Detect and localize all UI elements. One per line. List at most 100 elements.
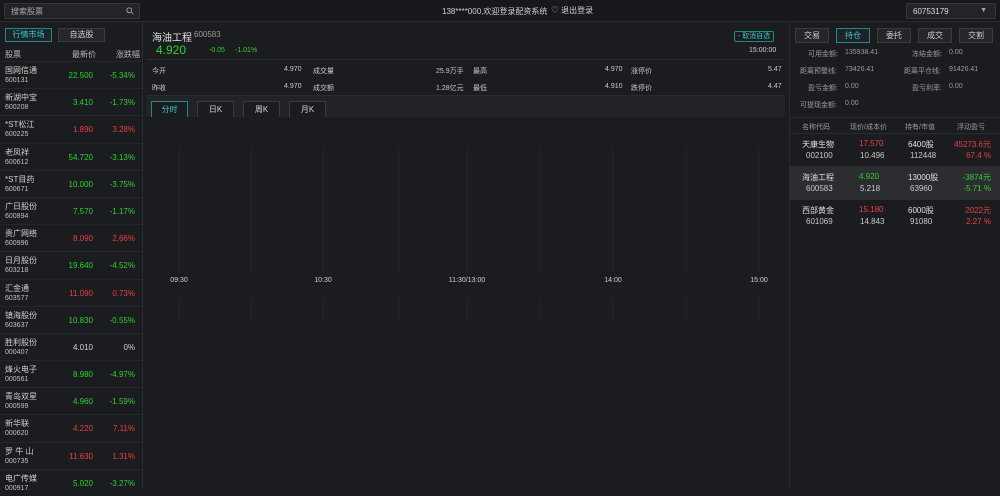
position-row[interactable]: 西部黄金 601069 15.180 14.843 6000股 91080 2022元 2.2…: [790, 199, 1000, 232]
stock-row-code: 600671: [5, 185, 29, 193]
stock-row-name: 广日股份: [5, 201, 37, 211]
stock-row-name: 新湖中宝: [5, 93, 37, 103]
stock-row[interactable]: 老凤祥 600612 54.720 -3.13%: [0, 142, 143, 170]
stat-label: 最低: [473, 85, 487, 92]
stock-row-price: 4.220: [72, 424, 93, 434]
stock-row[interactable]: 国网信通 600131 22.500 -5.34%: [0, 61, 143, 88]
search-input[interactable]: [11, 5, 123, 17]
search-box[interactable]: [4, 3, 140, 19]
stock-row-name: 新华联: [5, 419, 29, 429]
account-select[interactable]: 60753179 ▼: [906, 3, 996, 19]
top-bar: 138****000,欢迎登录配资系统 ♡退出登录 60753179 ▼: [0, 0, 1000, 22]
stock-row-change: -3.75%: [109, 179, 135, 189]
stock-row-code: 600131: [5, 77, 29, 84]
stock-row-code: 600225: [5, 131, 29, 139]
stock-row-code: 000620: [5, 430, 29, 438]
column-stock: 股票: [5, 50, 21, 59]
stat-value: 4.970: [284, 83, 302, 90]
chart-grid: 09:30 10:30 11:30/13:00 14:00 15:00: [156, 147, 775, 322]
tab-monthly-k[interactable]: 月K: [289, 101, 326, 118]
column-price: 最新价: [72, 50, 96, 59]
stock-row-price: 8.980: [72, 370, 93, 380]
stock-row-name: 老凤祥: [5, 147, 29, 157]
withdraw-label: 可提现金额:: [800, 102, 837, 109]
intraday-chart[interactable]: 09:30 10:30 11:30/13:00 14:00 15:00: [146, 117, 785, 488]
tab-daily-k[interactable]: 日K: [197, 101, 234, 118]
position-value: 91080: [910, 217, 933, 226]
stock-row-change: 0.73%: [112, 288, 135, 298]
time-axis-label: 10:30: [314, 277, 332, 284]
position-row[interactable]: 天康生物 002100 17.570 10.496 6400股 112448 45273.6…: [790, 133, 1000, 166]
tab-positions[interactable]: 持仓: [836, 28, 870, 43]
stock-list-header: 股票 最新价 涨跌幅: [0, 46, 143, 61]
stock-row-change: -0.55%: [109, 315, 135, 325]
stock-row[interactable]: 日月股份 603218 19.640 -4.52%: [0, 251, 143, 278]
tab-orders[interactable]: 委托: [877, 28, 911, 43]
tab-trade[interactable]: 交易: [795, 28, 829, 43]
stock-row[interactable]: 广日股份 600894 7.570 -1.17%: [0, 196, 143, 224]
stock-row-change: -5.34%: [109, 71, 135, 80]
stock-row[interactable]: *ST目药 600671 10.000 -3.75%: [0, 169, 143, 197]
position-code: 601069: [806, 217, 833, 226]
current-price: 4.920: [156, 43, 187, 57]
positions-header: 名称代码 现价/成本价 持有/市值 浮动盈亏: [790, 117, 1000, 133]
time-axis-label: 11:30/13:00: [449, 277, 486, 284]
position-cost: 5.218: [860, 184, 881, 193]
logout-button[interactable]: ♡ 退出登录: [551, 5, 593, 16]
stock-row[interactable]: 汇金通 603577 11.090 0.73%: [0, 278, 143, 306]
stat-value: 4.47: [768, 83, 782, 90]
stock-row[interactable]: 镇海股份 603637 10.830 -0.55%: [0, 305, 143, 333]
column-name-code: 名称代码: [802, 124, 830, 131]
stock-row-price: 3.410: [72, 98, 93, 108]
stock-row[interactable]: 罗 牛 山 000735 11.630 1.31%: [0, 441, 143, 469]
tab-settlement[interactable]: 交割: [959, 28, 993, 43]
market-panel: 行情市场 自选股 股票 最新价 涨跌幅 国网信通 600131 22.500 -5.3…: [0, 22, 143, 492]
quote-panel: 海油工程 600583 4.920 -0.05 -1.01% - 取消自选 15…: [146, 25, 785, 488]
stock-row-name: 贵广网络: [5, 229, 37, 239]
stock-row[interactable]: 新湖中宝 600208 3.410 -1.73%: [0, 88, 143, 115]
tab-intraday[interactable]: 分时: [151, 101, 188, 118]
trade-panel: 交易 持仓 委托 成交 交割 可用金额: 135938.41 冻结金额: 0.0…: [789, 22, 1000, 488]
stock-row-price: 54.720: [68, 152, 93, 162]
stock-row[interactable]: 贵广网络 600996 8.090 2.66%: [0, 224, 143, 251]
stock-row-change: 0%: [123, 342, 135, 352]
tab-watchlist[interactable]: 自选股: [58, 28, 105, 42]
column-hold-value: 持有/市值: [905, 124, 935, 131]
position-price: 4.920: [859, 172, 880, 181]
stat-label: 昨收: [152, 85, 166, 92]
stock-row-change: -1.73%: [109, 98, 135, 108]
stock-row[interactable]: 烽火电子 000561 8.980 -4.97%: [0, 360, 143, 387]
stock-row-name: *ST松江: [5, 120, 35, 130]
account-number: 60753179: [913, 7, 949, 16]
tab-market[interactable]: 行情市场: [5, 28, 52, 42]
search-icon[interactable]: [126, 7, 134, 15]
stock-row[interactable]: 胜利股份 000407 4.010 0%: [0, 332, 143, 360]
position-code: 600583: [806, 184, 833, 193]
position-row[interactable]: 海油工程 600583 4.920 5.218 13000股 63960 -3874元 -5.…: [790, 166, 1000, 199]
stock-row-name: 镇海股份: [5, 310, 37, 320]
position-qty: 6000股: [908, 206, 934, 215]
stock-row[interactable]: *ST松江 600225 1.890 3.28%: [0, 115, 143, 142]
pnl-value: 0.00: [845, 83, 859, 90]
stock-row-name: 电广传媒: [5, 473, 37, 483]
tab-weekly-k[interactable]: 周K: [243, 101, 280, 118]
stock-row[interactable]: 新华联 000620 4.220 7.11%: [0, 414, 143, 441]
stock-row-name: 烽火电子: [5, 365, 37, 375]
stock-row-price: 19.640: [68, 261, 93, 271]
remove-watchlist-button[interactable]: - 取消自选: [734, 31, 774, 42]
time-axis-label: 09:30: [170, 277, 188, 284]
warn-line-value: 73426.41: [845, 66, 875, 73]
tab-deals[interactable]: 成交: [918, 28, 952, 43]
stat-label: 成交额: [313, 85, 334, 92]
stock-row[interactable]: 青岛双星 000599 4.960 -1.59%: [0, 387, 143, 414]
position-price: 17.570: [859, 139, 884, 148]
position-value: 112448: [910, 151, 937, 160]
time-axis-label: 15:00: [750, 277, 768, 284]
stock-row-change: -1.59%: [109, 397, 135, 407]
stat-label: 跌停价: [631, 85, 652, 92]
position-cost: 10.496: [860, 151, 885, 160]
stock-row-code: 000599: [5, 403, 29, 411]
stock-row[interactable]: 电广传媒 000917 5.020 -3.27%: [0, 468, 143, 496]
position-pnl-percent: 67.4 %: [966, 151, 991, 160]
stock-row-name: 日月股份: [5, 256, 37, 266]
